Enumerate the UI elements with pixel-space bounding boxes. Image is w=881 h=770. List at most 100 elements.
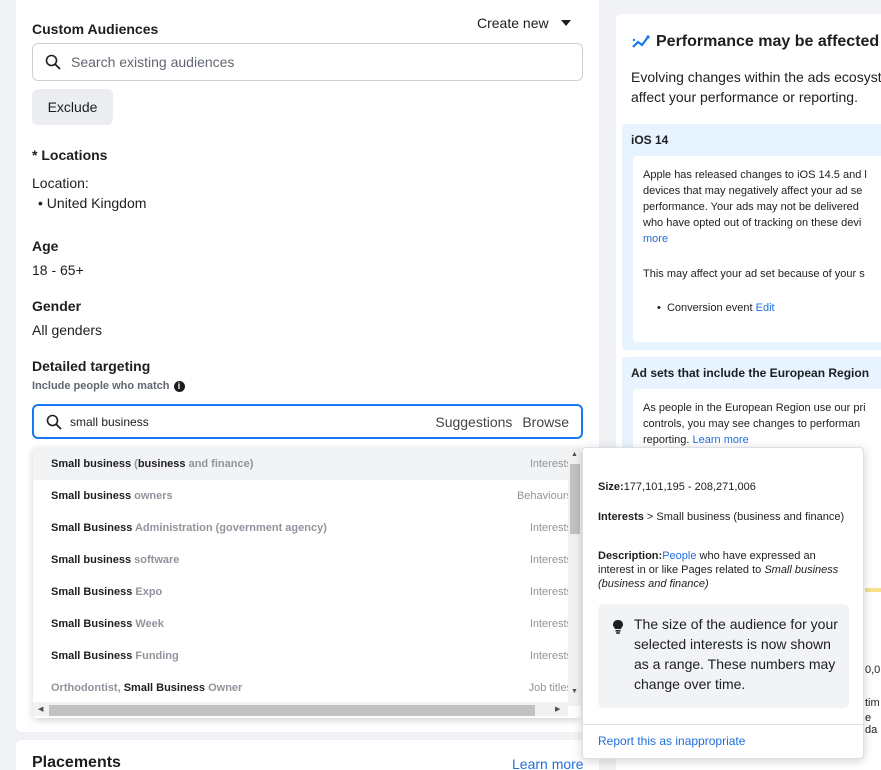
dropdown-horizontal-scroll-thumb[interactable] [49, 705, 535, 716]
description-people-link[interactable]: People [662, 550, 696, 562]
suggestion-name: Small Business Week [51, 618, 164, 630]
ios14-line: who have opted out of tracking on these … [643, 217, 862, 229]
size-range-tip: The size of the audience for your select… [598, 604, 849, 708]
ios14-line: Apple has released changes to iOS 14.5 a… [643, 169, 867, 181]
suggestion-row[interactable]: Small Business Funding Interests [33, 640, 572, 672]
suggestion-row[interactable]: Small Business Administration (governmen… [33, 512, 572, 544]
suggestion-type: Interests [529, 554, 572, 566]
location-item: • United Kingdom [38, 195, 147, 211]
dropdown-horizontal-scrollbar[interactable]: ◀ ▶ [33, 702, 568, 716]
suggestion-row[interactable]: Orthodontist, Small Business Owner Job ti… [33, 672, 572, 704]
suggestion-row[interactable]: Small Business Week Interests [33, 608, 572, 640]
include-people-label: Include people who match i [32, 380, 185, 392]
eu-region-line: controls, you may see changes to perform… [643, 418, 861, 430]
suggestion-name-part: business [137, 458, 186, 470]
include-people-text: Include people who match [32, 380, 170, 392]
suggestion-row[interactable]: Small business (business and finance) Int… [33, 448, 572, 480]
partial-text: e da [865, 712, 878, 736]
suggestion-name: Small Business Funding [51, 650, 179, 662]
dropdown-vertical-scrollbar[interactable]: ▲ ▼ [568, 448, 581, 706]
size-value: 177,101,195 - 208,271,006 [623, 481, 756, 493]
gender-value: All genders [32, 322, 103, 338]
suggestion-row[interactable]: Small Business Expo Interests [33, 576, 572, 608]
performance-body: Evolving changes within the ads ecosyst … [631, 67, 881, 107]
suggestion-row[interactable]: Small business software Interests [33, 544, 572, 576]
suggestion-type: Interests [529, 586, 572, 598]
detailed-targeting-search-value: small business [70, 414, 149, 429]
scroll-up-arrow-icon[interactable]: ▲ [571, 451, 578, 458]
browse-link[interactable]: Browse [522, 414, 569, 430]
location-label: Location: [32, 175, 89, 191]
size-range-tip-text: The size of the audience for your select… [634, 616, 838, 692]
ios14-body: Apple has released changes to iOS 14.5 a… [633, 156, 881, 342]
caret-down-icon [560, 20, 571, 26]
performance-body-line2: affect your performance or reporting. [631, 89, 858, 105]
suggestion-type: Interests [529, 618, 572, 630]
tooltip-divider [583, 724, 863, 725]
suggestion-name-part: Funding [135, 650, 179, 662]
suggestion-name-part: Small business [51, 490, 135, 502]
suggestion-name: Small business (business and finance) [51, 458, 253, 470]
placements-learn-more-link[interactable]: Learn more [512, 756, 584, 770]
info-icon[interactable]: i [173, 380, 185, 392]
detailed-targeting-search-input[interactable]: small business Suggestions Browse [32, 404, 583, 439]
ios14-notice: iOS 14 Apple has released changes to iOS… [622, 124, 881, 350]
suggestion-name-part: Small Business [51, 586, 136, 598]
dropdown-vertical-scroll-thumb[interactable] [570, 464, 580, 534]
create-new-button[interactable]: Create new [477, 15, 571, 31]
eu-region-notice: Ad sets that include the European Region… [622, 357, 881, 457]
suggestion-name-part: Small business [51, 458, 135, 470]
interest-category: Interests > Small business (business and… [598, 510, 848, 524]
suggestion-row[interactable]: Small business owners Behaviours [33, 480, 572, 512]
suggestion-name-part: Administration (government agency) [134, 522, 327, 534]
audience-search-placeholder: Search existing audiences [71, 54, 235, 70]
ios14-line: devices that may negatively affect your … [643, 185, 863, 197]
category-type: Interests [598, 511, 644, 523]
suggestions-link[interactable]: Suggestions [435, 414, 512, 430]
locations-title: * Locations [32, 147, 108, 163]
conversion-edit-link[interactable]: Edit [756, 302, 775, 314]
audience-size-tooltip: Size:177,101,195 - 208,271,006 Interests… [582, 447, 864, 759]
suggestion-name: Small business software [51, 554, 179, 566]
trend-chart-icon [632, 35, 650, 48]
custom-audiences-title: Custom Audiences [32, 21, 159, 37]
ios14-text: Apple has released changes to iOS 14.5 a… [643, 167, 867, 247]
performance-body-line1: Evolving changes within the ads ecosyst [631, 69, 881, 85]
eu-region-line-3: reporting. Learn more [643, 432, 866, 448]
interest-description: Description:People who have expressed an… [598, 549, 848, 591]
targeting-suggestions-dropdown: Small business (business and finance) Int… [33, 448, 581, 718]
suggestion-name: Small business owners [51, 490, 173, 502]
size-label: Size: [598, 481, 624, 493]
suggestion-name-part: owners [134, 490, 173, 502]
suggestion-name-part: and finance) [185, 458, 254, 470]
detailed-targeting-title: Detailed targeting [32, 358, 151, 374]
partial-text: 0,0 [865, 664, 881, 676]
suggestion-type: Interests [529, 650, 572, 662]
eu-learn-more-link[interactable]: Learn more [693, 434, 749, 446]
audience-search-input[interactable]: Search existing audiences [32, 43, 583, 81]
age-value: 18 - 65+ [32, 262, 84, 278]
suggestion-type: Interests [529, 458, 572, 470]
suggestion-name: Orthodontist, Small Business Owner [51, 682, 242, 694]
suggestion-name-part: Small Business [51, 618, 136, 630]
suggestion-name-part: Owner [205, 682, 243, 694]
performance-title: Performance may be affected [632, 33, 879, 51]
eu-reporting-text: reporting. [643, 434, 693, 446]
exclude-button[interactable]: Exclude [32, 89, 113, 125]
placements-title: Placements [32, 754, 121, 770]
scroll-right-arrow-icon[interactable]: ▶ [555, 705, 560, 713]
report-inappropriate-link[interactable]: Report this as inappropriate [598, 734, 745, 748]
scroll-left-arrow-icon[interactable]: ◀ [38, 705, 43, 713]
conversion-event-label: Conversion event [666, 302, 756, 314]
suggestion-name-part: Small Business [123, 682, 206, 694]
conversion-event-item: • Conversion event Edit [657, 302, 775, 314]
ios14-more-link[interactable]: more [643, 231, 867, 247]
eu-region-text: As people in the European Region use our… [643, 400, 866, 448]
category-path: > Small business (business and finance) [643, 511, 845, 523]
ios14-affect-text: This may affect your ad set because of y… [643, 268, 865, 280]
suggestion-name-part: Small business [51, 554, 135, 566]
search-links: Suggestions Browse [429, 414, 569, 430]
scroll-down-arrow-icon[interactable]: ▼ [571, 688, 578, 695]
performance-title-text: Performance may be affected [656, 33, 880, 50]
partial-text: tim [865, 697, 880, 709]
